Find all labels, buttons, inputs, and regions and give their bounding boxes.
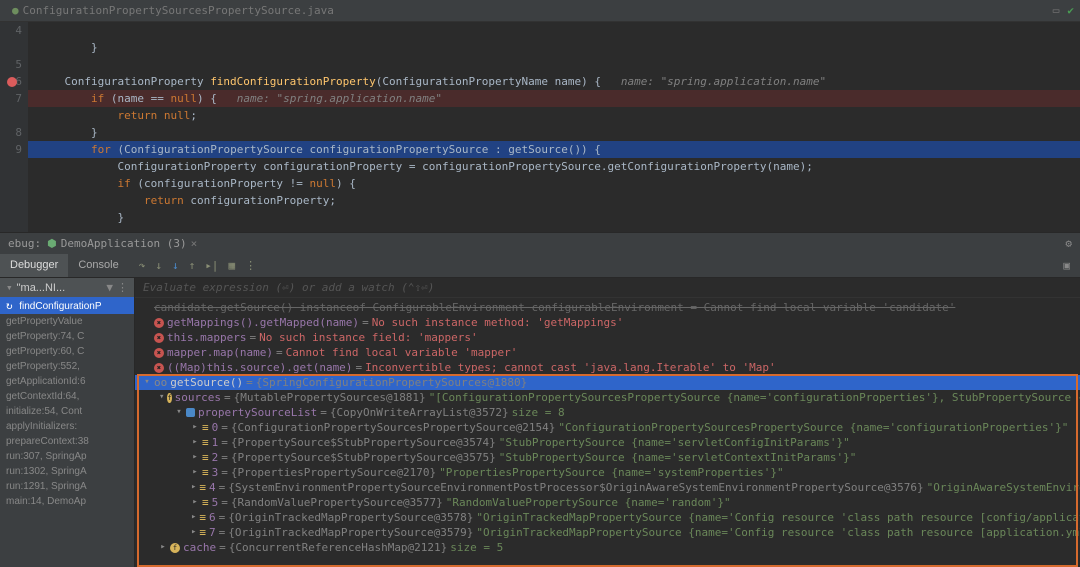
thread-chevron-icon[interactable]: ▾ (6, 281, 13, 294)
gutter: 456789 (0, 22, 28, 232)
expand-arrow-icon[interactable] (159, 391, 164, 404)
variable-node[interactable]: oo getSource() = {SpringConfigurationPro… (135, 375, 1080, 390)
field-icon: f (170, 543, 180, 553)
expand-arrow-icon[interactable] (159, 541, 167, 554)
stack-frame[interactable]: getApplicationId:6 (0, 374, 134, 389)
list-icon (186, 408, 195, 417)
frames-panel: ▾ "ma...NI... ▼ ⋮ ↻ findConfigurationPge… (0, 278, 135, 567)
variable-node[interactable]: ≡ 5 = {RandomValuePropertySource@3577} "… (135, 495, 1080, 510)
variable-node[interactable]: ≡ 7 = {OriginTrackedMapPropertySource@35… (135, 525, 1080, 540)
variable-tree[interactable]: candidate.getSource() instanceof Configu… (135, 298, 1080, 567)
tab-console[interactable]: Console (68, 254, 128, 277)
step-into-icon[interactable]: ↓ (155, 259, 162, 272)
error-icon: ✖ (154, 363, 164, 373)
step-controls: ↷ ↓ ↓ ↑ ▸| ▦ ⋮ (129, 259, 266, 272)
code-line[interactable]: } (28, 124, 1080, 141)
layout-icon[interactable]: ▣ (1063, 259, 1070, 272)
debug-header: ebug: ⬢ DemoApplication (3) × ⚙ (0, 232, 1080, 254)
field-icon: f (167, 393, 171, 403)
expand-arrow-icon[interactable] (191, 451, 199, 464)
expand-arrow-icon[interactable] (175, 406, 183, 419)
code-line[interactable] (28, 56, 1080, 73)
stack-frame[interactable]: getContextId:64, (0, 389, 134, 404)
code-line[interactable]: } (28, 209, 1080, 226)
variable-node[interactable]: ≡ 3 = {PropertiesPropertySource@2170} "P… (135, 465, 1080, 480)
editor-tab-bar: ● ConfigurationPropertySourcesPropertySo… (0, 0, 1080, 22)
file-tab[interactable]: ● ConfigurationPropertySourcesPropertySo… (6, 0, 340, 21)
variable-node[interactable]: ✖ this.mappers = No such instance field:… (135, 330, 1080, 345)
java-file-icon: ● (12, 4, 19, 17)
stack-frame[interactable]: run:307, SpringAp (0, 449, 134, 464)
close-icon[interactable]: × (191, 237, 198, 250)
error-icon: ✖ (154, 318, 164, 328)
file-tab-label: ConfigurationPropertySourcesPropertySour… (23, 4, 334, 17)
expand-arrow-icon[interactable] (191, 466, 199, 479)
check-icon[interactable]: ✔ (1067, 4, 1074, 17)
expand-arrow-icon[interactable] (191, 511, 196, 524)
stack-frame[interactable]: main:14, DemoAp (0, 494, 134, 509)
variable-node[interactable]: ≡ 0 = {ConfigurationPropertySourcesPrope… (135, 420, 1080, 435)
code-line[interactable]: ConfigurationProperty findConfigurationP… (28, 73, 1080, 90)
step-out-icon[interactable]: ↑ (189, 259, 196, 272)
variables-panel: Evaluate expression (⏎) or add a watch (… (135, 278, 1080, 567)
step-over-icon[interactable]: ↷ (139, 259, 146, 272)
reader-mode-icon[interactable]: ▭ (1053, 4, 1060, 17)
code-line[interactable]: } (28, 39, 1080, 56)
stack-frame[interactable]: ↻ findConfigurationP (0, 297, 134, 314)
debugger-toolbar: Debugger Console ↷ ↓ ↓ ↑ ▸| ▦ ⋮ ▣ (0, 254, 1080, 278)
stack-frame[interactable]: getPropertyValue (0, 314, 134, 329)
error-icon: ✖ (154, 348, 164, 358)
stack-frame[interactable]: applyInitializers: (0, 419, 134, 434)
filter-icon[interactable]: ▼ (106, 281, 113, 294)
variable-node[interactable]: ✖ getMappings().getMapped(name) = No suc… (135, 315, 1080, 330)
stack-frame[interactable]: getProperty:552, (0, 359, 134, 374)
watch-input[interactable]: Evaluate expression (⏎) or add a watch (… (135, 278, 1080, 298)
debug-body: ▾ "ma...NI... ▼ ⋮ ↻ findConfigurationPge… (0, 278, 1080, 567)
code-editor[interactable]: 456789 } ConfigurationProperty findConfi… (0, 22, 1080, 232)
debug-label: ebug: (8, 237, 41, 250)
run-to-cursor-icon[interactable]: ▸| (205, 259, 218, 272)
variable-node[interactable]: ✖ mapper.map(name) = Cannot find local v… (135, 345, 1080, 360)
force-step-into-icon[interactable]: ↓ (172, 259, 179, 272)
code-line[interactable]: if (name == null) { name: "spring.applic… (28, 90, 1080, 107)
code-line[interactable]: for (ConfigurationPropertySource configu… (28, 141, 1080, 158)
variable-node[interactable]: f cache = {ConcurrentReferenceHashMap@21… (135, 540, 1080, 555)
expand-arrow-icon[interactable] (191, 436, 199, 449)
more-icon[interactable]: ⋮ (245, 259, 256, 272)
variable-node[interactable]: ≡ 2 = {PropertySource$StubPropertySource… (135, 450, 1080, 465)
stack-frame[interactable]: initialize:54, Cont (0, 404, 134, 419)
code-line[interactable]: ConfigurationProperty configurationPrope… (28, 158, 1080, 175)
stack-frame[interactable]: getProperty:74, C (0, 329, 134, 344)
settings-gear-icon[interactable]: ⚙ (1065, 237, 1072, 250)
expand-arrow-icon[interactable] (191, 481, 196, 494)
stack-frame[interactable]: getProperty:60, C (0, 344, 134, 359)
variable-node[interactable]: propertySourceList = {CopyOnWriteArrayLi… (135, 405, 1080, 420)
code-line[interactable]: if (configurationProperty != null) { (28, 175, 1080, 192)
thread-selector[interactable]: "ma...NI... (17, 282, 103, 294)
expand-arrow-icon[interactable] (143, 376, 151, 389)
run-config-tab[interactable]: ⬢ DemoApplication (3) × (47, 237, 197, 250)
error-icon: ✖ (154, 333, 164, 343)
breakpoint-marker[interactable] (7, 77, 17, 87)
variable-node[interactable]: f sources = {MutablePropertySources@1881… (135, 390, 1080, 405)
debug-bug-icon: ⬢ (47, 237, 57, 250)
variable-node[interactable]: candidate.getSource() instanceof Configu… (135, 300, 1080, 315)
expand-arrow-icon[interactable] (191, 496, 199, 509)
more-frames-icon[interactable]: ⋮ (117, 281, 128, 294)
evaluate-icon[interactable]: ▦ (228, 259, 235, 272)
code-line[interactable]: return null; (28, 107, 1080, 124)
tab-debugger[interactable]: Debugger (0, 254, 68, 277)
variable-node[interactable]: ≡ 1 = {PropertySource$StubPropertySource… (135, 435, 1080, 450)
stack-frame[interactable]: prepareContext:38 (0, 434, 134, 449)
run-config-label: DemoApplication (3) (61, 237, 187, 250)
expand-arrow-icon[interactable] (191, 421, 199, 434)
expand-arrow-icon[interactable] (191, 526, 196, 539)
variable-node[interactable]: ✖ ((Map)this.source).get(name) = Inconve… (135, 360, 1080, 375)
variable-node[interactable]: ≡ 4 = {SystemEnvironmentPropertySourceEn… (135, 480, 1080, 495)
variable-node[interactable]: ≡ 6 = {OriginTrackedMapPropertySource@35… (135, 510, 1080, 525)
stack-frame[interactable]: run:1302, SpringA (0, 464, 134, 479)
code-line[interactable]: return configurationProperty; (28, 192, 1080, 209)
stack-frame[interactable]: run:1291, SpringA (0, 479, 134, 494)
